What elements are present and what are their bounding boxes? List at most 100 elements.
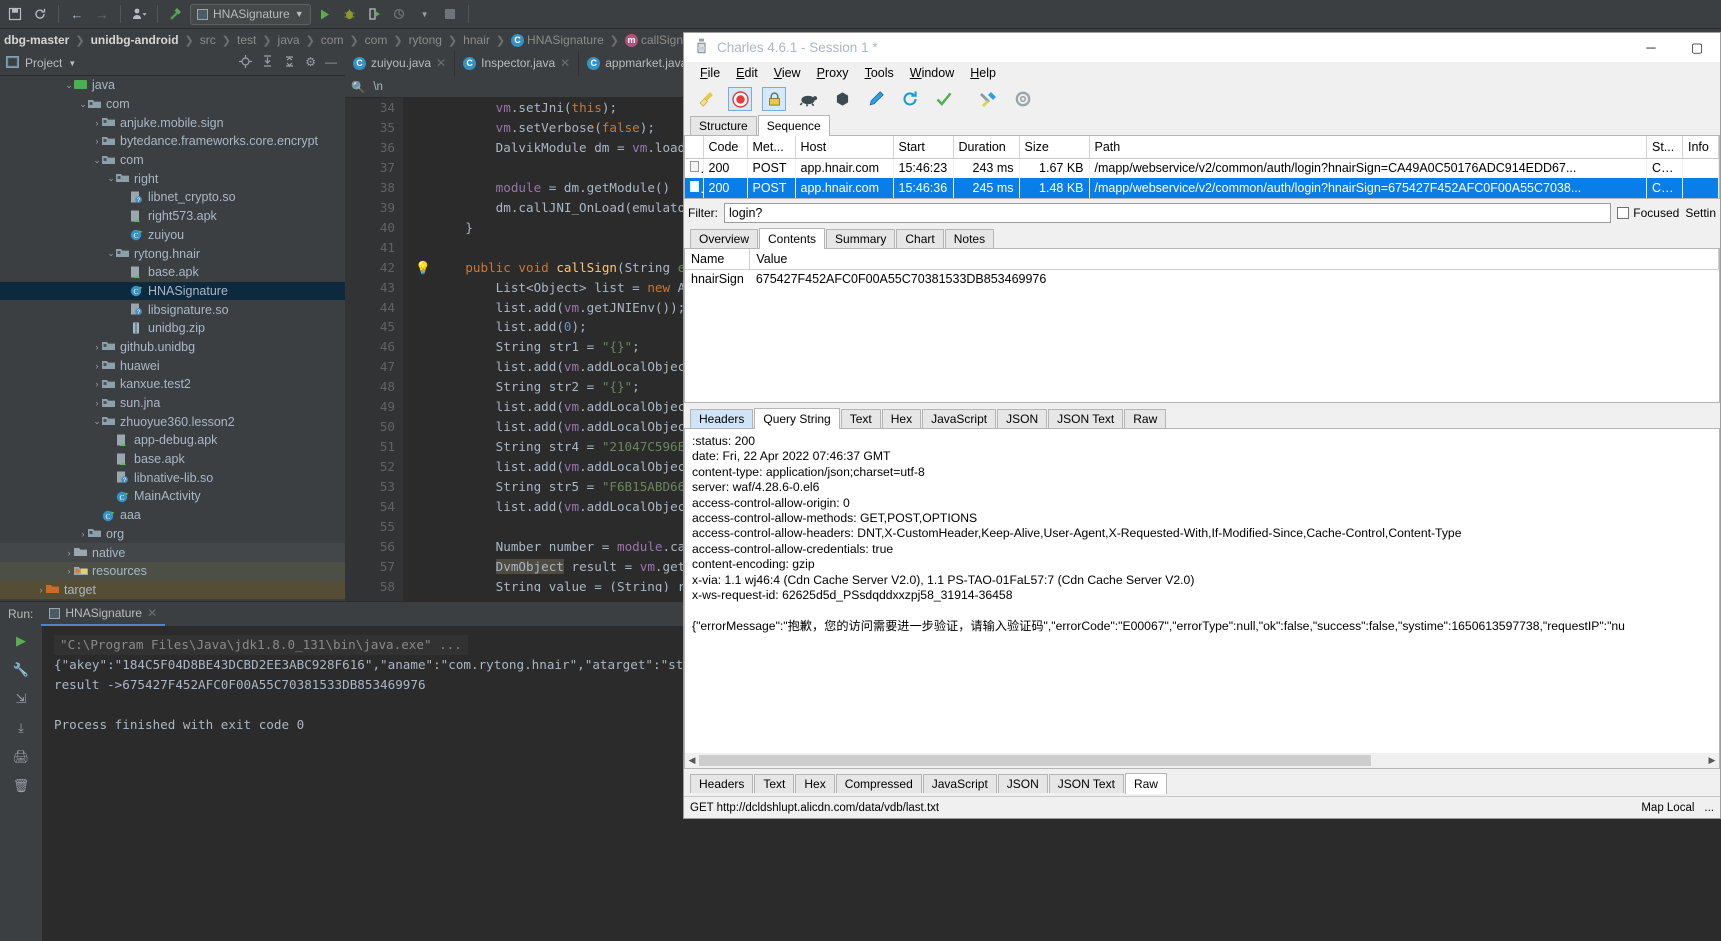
close-icon[interactable]: ✕	[560, 56, 570, 70]
save-icon[interactable]	[4, 3, 26, 25]
request-tab-summary[interactable]: Summary	[826, 229, 896, 248]
focused-checkbox[interactable]	[1617, 207, 1630, 219]
breakpoint-hex-icon[interactable]	[830, 87, 854, 111]
request-tab-contents[interactable]: Contents	[759, 228, 826, 249]
tree-node[interactable]: base.apk	[0, 450, 345, 469]
table-row[interactable]: 200 POST app.hnair.com 15:46:23 243 ms 1.67 K…	[685, 158, 1719, 178]
user-icon[interactable]	[128, 3, 150, 25]
scroll-to-end-icon[interactable]: ⤓	[18, 720, 24, 736]
tree-node[interactable]: ⌄ zhuoyue360.lesson2	[0, 412, 345, 431]
tree-node[interactable]: › kanxue.test2	[0, 375, 345, 394]
map-local-status[interactable]: Map Local	[1641, 802, 1694, 814]
session-table[interactable]: Code Met... Host Start Duration Size Path St...…	[685, 136, 1719, 198]
chevron-down-icon[interactable]: ▼	[414, 3, 436, 25]
response-tab-query-string[interactable]: Query String	[754, 408, 840, 429]
response-tab-json[interactable]: JSON	[997, 409, 1048, 428]
column-header[interactable]: Duration	[953, 136, 1020, 159]
validate-check-icon[interactable]	[932, 87, 956, 111]
chevron-down-icon[interactable]: ⌄	[92, 155, 102, 166]
response-tab-bottom-javascript[interactable]: JavaScript	[922, 774, 997, 793]
column-header[interactable]: Path	[1089, 136, 1647, 159]
chevron-down-icon[interactable]: ▼	[68, 59, 76, 68]
column-header[interactable]: Host	[795, 136, 894, 159]
response-tab-raw[interactable]: Raw	[1124, 409, 1167, 428]
chevron-right-icon[interactable]: ›	[92, 379, 102, 389]
tree-node[interactable]: › target	[0, 580, 345, 600]
tree-node[interactable]: › huawei	[0, 356, 345, 375]
table-row[interactable]: 200 POST app.hnair.com 15:46:36 245 ms 1.48 K…	[685, 178, 1719, 198]
maximize-button[interactable]: ▢	[1674, 33, 1720, 62]
chevron-down-icon[interactable]: ⌄	[78, 99, 88, 110]
nv-column-header[interactable]: Value	[749, 249, 1719, 270]
settings-wrench-icon[interactable]: 🔧	[13, 662, 29, 678]
record-icon[interactable]	[728, 87, 752, 111]
debug-icon[interactable]	[339, 3, 361, 25]
soft-wrap-icon[interactable]: ⇲	[16, 691, 27, 707]
run-coverage-icon[interactable]	[364, 3, 386, 25]
tools-icon[interactable]	[977, 87, 1001, 111]
tree-node[interactable]: C HNASignature	[0, 281, 345, 301]
tree-node[interactable]: .project	[0, 599, 345, 601]
tree-node[interactable]: ? libsignature.so	[0, 300, 345, 319]
tree-node[interactable]: ⌄ com	[0, 151, 345, 170]
response-tab-json-text[interactable]: JSON Text	[1048, 409, 1124, 428]
response-tab-bottom-text[interactable]: Text	[754, 774, 795, 793]
run-icon[interactable]	[314, 3, 336, 25]
menu-item-file[interactable]: File	[692, 66, 728, 80]
focused-checkbox-group[interactable]: Focused	[1617, 206, 1679, 220]
column-header[interactable]: Start	[893, 136, 954, 159]
chevron-right-icon[interactable]: ›	[64, 548, 74, 558]
response-tab-javascript[interactable]: JavaScript	[922, 409, 997, 428]
tree-node[interactable]: › sun.jna	[0, 394, 345, 413]
breadcrumb-item[interactable]: unidbg-android	[87, 33, 183, 47]
breadcrumb-item[interactable]: hnair	[459, 33, 494, 47]
close-icon[interactable]: ✕	[436, 56, 446, 70]
tree-node[interactable]: right573.apk	[0, 207, 345, 226]
clear-broom-icon[interactable]	[694, 87, 718, 111]
tree-node[interactable]: › resources	[0, 561, 345, 581]
throttle-turtle-icon[interactable]	[796, 87, 820, 111]
tree-node[interactable]: › anjuke.mobile.sign	[0, 113, 345, 132]
expand-icon[interactable]	[283, 55, 296, 71]
chevron-down-icon[interactable]: ⌄	[106, 173, 116, 184]
run-configuration-selector[interactable]: HNASignature ▼	[190, 3, 311, 25]
view-tab-sequence[interactable]: Sequence	[757, 115, 830, 136]
forward-arrow-icon[interactable]: →	[91, 3, 113, 25]
close-icon[interactable]: ✕	[147, 606, 157, 620]
chevron-right-icon[interactable]: ›	[92, 361, 102, 371]
tree-node[interactable]: › native	[0, 543, 345, 562]
chevron-right-icon[interactable]: ›	[92, 118, 102, 128]
column-header[interactable]: Met...	[747, 136, 796, 159]
scroll-right-icon[interactable]: ▶	[1705, 755, 1719, 766]
response-hscrollbar-thumb[interactable]	[699, 755, 1371, 766]
response-hscrollbar[interactable]: ◀ ▶	[685, 753, 1719, 768]
tree-node[interactable]: ? libnative-lib.so	[0, 468, 345, 487]
nv-column-header[interactable]: Name	[685, 249, 751, 270]
breadcrumb-item[interactable]: com	[317, 33, 348, 47]
sync-icon[interactable]	[29, 3, 51, 25]
tree-node[interactable]: › bytedance.frameworks.core.encrypt	[0, 132, 345, 151]
menu-item-help[interactable]: Help	[962, 66, 1004, 80]
menu-item-tools[interactable]: Tools	[857, 66, 902, 80]
editor-tab[interactable]: C Inspector.java ✕	[455, 50, 580, 76]
tree-node[interactable]: base.apk	[0, 263, 345, 282]
column-header[interactable]: Size	[1019, 136, 1090, 159]
chevron-right-icon[interactable]: ›	[92, 136, 102, 146]
response-tab-bottom-json-text[interactable]: JSON Text	[1048, 774, 1124, 793]
response-tab-text[interactable]: Text	[840, 409, 881, 428]
tree-node[interactable]: C MainActivity	[0, 487, 345, 506]
column-header[interactable]: Code	[703, 136, 748, 159]
tree-node[interactable]: ⌄ com	[0, 95, 345, 114]
response-tab-hex[interactable]: Hex	[881, 409, 922, 428]
back-arrow-icon[interactable]: ←	[66, 3, 88, 25]
chevron-right-icon[interactable]: ›	[36, 585, 46, 595]
request-tab-overview[interactable]: Overview	[690, 229, 759, 248]
request-tab-chart[interactable]: Chart	[896, 229, 944, 248]
filter-input[interactable]	[724, 203, 1612, 223]
chevron-down-icon[interactable]: ⌄	[106, 248, 116, 259]
tree-node[interactable]: › github.unidbg	[0, 338, 345, 357]
profile-icon[interactable]	[389, 3, 411, 25]
response-tab-headers[interactable]: Headers	[690, 409, 754, 428]
editor-tab[interactable]: Czuiyou.java ✕	[345, 50, 456, 76]
chevron-down-icon[interactable]: ⌄	[64, 80, 74, 91]
